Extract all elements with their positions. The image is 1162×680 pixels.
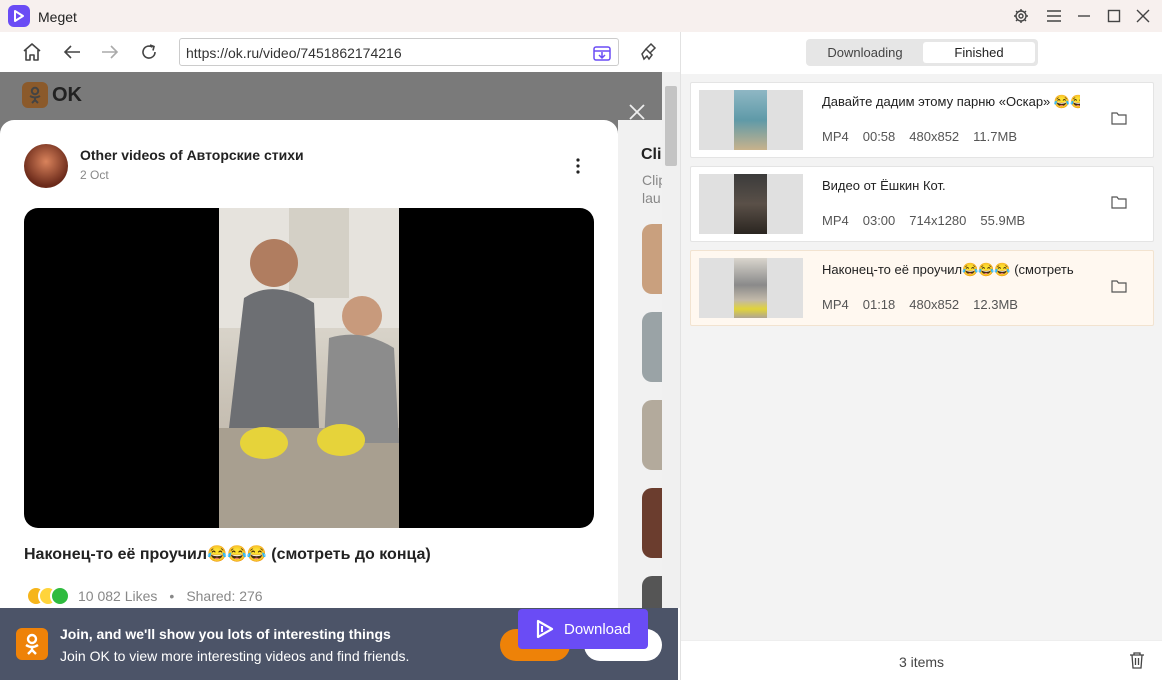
download-button[interactable]: Download bbox=[518, 609, 648, 649]
item-duration: 03:00 bbox=[862, 213, 896, 228]
download-item[interactable]: Наконец-то её проучил😂😂😂 (смотреть MP4 0… bbox=[690, 250, 1154, 326]
download-box-icon[interactable] bbox=[592, 43, 612, 63]
download-item[interactable]: Видео от Ёшкин Кот. MP4 03:00 714x1280 5… bbox=[690, 166, 1154, 242]
app-title: Meget bbox=[38, 9, 77, 25]
home-icon[interactable] bbox=[20, 40, 44, 64]
panel-footer: 3 items bbox=[681, 640, 1162, 680]
url-bar[interactable]: https://ok.ru/video/7451862174216 bbox=[179, 38, 619, 66]
item-size: 12.3MB bbox=[973, 297, 1018, 312]
item-format: MP4 bbox=[822, 129, 849, 144]
menu-icon[interactable] bbox=[1044, 6, 1064, 26]
clips-sidebar: Cli Clip lau bbox=[618, 120, 662, 680]
tab-downloading[interactable]: Downloading bbox=[809, 42, 921, 63]
download-tabs: Downloading Finished bbox=[806, 39, 1038, 66]
item-size: 55.9MB bbox=[980, 213, 1026, 228]
close-window-icon[interactable] bbox=[1133, 6, 1153, 26]
item-thumbnail bbox=[699, 174, 803, 234]
clip-thumbnail[interactable] bbox=[642, 224, 662, 294]
finished-list: Давайте дадим этому парню «Оскар» 😂😂 MP4… bbox=[681, 74, 1162, 640]
video-player[interactable] bbox=[24, 208, 594, 528]
forward-arrow-icon[interactable] bbox=[98, 40, 122, 64]
item-resolution: 480x852 bbox=[909, 297, 960, 312]
download-play-icon bbox=[536, 619, 554, 639]
likes-count[interactable]: 10 082 Likes bbox=[78, 588, 157, 604]
clear-brush-icon[interactable] bbox=[637, 40, 661, 64]
minimize-icon[interactable] bbox=[1074, 6, 1094, 26]
clips-heading: Cli bbox=[641, 146, 662, 163]
clips-subtext-2: lau bbox=[642, 190, 661, 206]
reactions-icon[interactable] bbox=[26, 586, 70, 606]
ok-logo-icon bbox=[22, 82, 48, 108]
item-resolution: 480x852 bbox=[909, 129, 960, 144]
ok-site-logo[interactable]: OK bbox=[22, 82, 82, 108]
ok-logo-text: OK bbox=[52, 83, 82, 106]
shared-count: Shared: 276 bbox=[186, 588, 263, 604]
open-folder-icon[interactable] bbox=[1111, 279, 1129, 295]
item-duration: 00:58 bbox=[862, 129, 896, 144]
items-count: 3 items bbox=[898, 654, 945, 670]
item-title: Наконец-то её проучил😂😂😂 (смотреть bbox=[822, 262, 1074, 277]
item-title: Давайте дадим этому парню «Оскар» 😂😂 bbox=[822, 94, 1080, 109]
maximize-icon[interactable] bbox=[1104, 6, 1124, 26]
item-resolution: 714x1280 bbox=[909, 213, 967, 228]
channel-avatar[interactable] bbox=[24, 144, 68, 188]
open-folder-icon[interactable] bbox=[1111, 195, 1129, 211]
item-duration: 01:18 bbox=[862, 297, 896, 312]
clips-subtext-1: Clip bbox=[642, 172, 662, 188]
clip-thumbnail[interactable] bbox=[642, 312, 662, 382]
video-frame-image bbox=[219, 208, 399, 528]
title-bar: Meget bbox=[0, 0, 1162, 32]
refresh-icon[interactable] bbox=[137, 40, 161, 64]
likes-row: 10 082 Likes • Shared: 276 bbox=[26, 586, 263, 606]
browser-nav-bar: https://ok.ru/video/7451862174216 bbox=[0, 32, 680, 72]
item-thumbnail bbox=[699, 258, 803, 318]
open-folder-icon[interactable] bbox=[1111, 111, 1129, 127]
item-meta: MP4 00:58 480x852 11.7MB bbox=[822, 129, 1017, 144]
settings-gear-icon[interactable] bbox=[1011, 6, 1031, 26]
item-format: MP4 bbox=[822, 213, 849, 228]
video-title: Наконец-то её проучил😂😂😂 (смотреть до ко… bbox=[24, 546, 431, 563]
banner-subtext: Join OK to view more interesting videos … bbox=[60, 648, 410, 664]
app-logo-icon bbox=[8, 5, 30, 27]
trash-icon[interactable] bbox=[1129, 651, 1147, 671]
clip-thumbnail[interactable] bbox=[642, 400, 662, 470]
item-thumbnail bbox=[699, 90, 803, 150]
download-item[interactable]: Давайте дадим этому парню «Оскар» 😂😂 MP4… bbox=[690, 82, 1154, 158]
item-title: Видео от Ёшкин Кот. bbox=[822, 178, 946, 193]
browser-viewport: OK Other videos of Авторские стихи 2 Oct bbox=[0, 72, 662, 680]
browser-scrollbar[interactable] bbox=[662, 72, 680, 608]
ok-banner-logo-icon bbox=[16, 628, 48, 660]
banner-heading: Join, and we'll show you lots of interes… bbox=[60, 626, 391, 642]
url-text[interactable]: https://ok.ru/video/7451862174216 bbox=[186, 45, 402, 61]
item-meta: MP4 01:18 480x852 12.3MB bbox=[822, 297, 1018, 312]
tab-finished[interactable]: Finished bbox=[923, 42, 1035, 63]
close-modal-icon[interactable] bbox=[627, 102, 647, 122]
back-arrow-icon[interactable] bbox=[60, 40, 84, 64]
item-meta: MP4 03:00 714x1280 55.9MB bbox=[822, 213, 1025, 228]
post-date: 2 Oct bbox=[80, 168, 109, 182]
downloads-panel: Downloading Finished Давайте дадим этому… bbox=[681, 32, 1162, 680]
channel-title[interactable]: Other videos of Авторские стихи bbox=[80, 147, 304, 163]
likes-separator: • bbox=[169, 588, 175, 604]
clip-thumbnail[interactable] bbox=[642, 488, 662, 558]
more-options-icon[interactable] bbox=[568, 156, 588, 176]
item-size: 11.7MB bbox=[973, 129, 1018, 144]
scrollbar-thumb[interactable] bbox=[665, 86, 677, 166]
video-modal: Other videos of Авторские стихи 2 Oct На… bbox=[0, 120, 618, 680]
item-format: MP4 bbox=[822, 297, 849, 312]
download-button-label: Download bbox=[564, 620, 631, 638]
